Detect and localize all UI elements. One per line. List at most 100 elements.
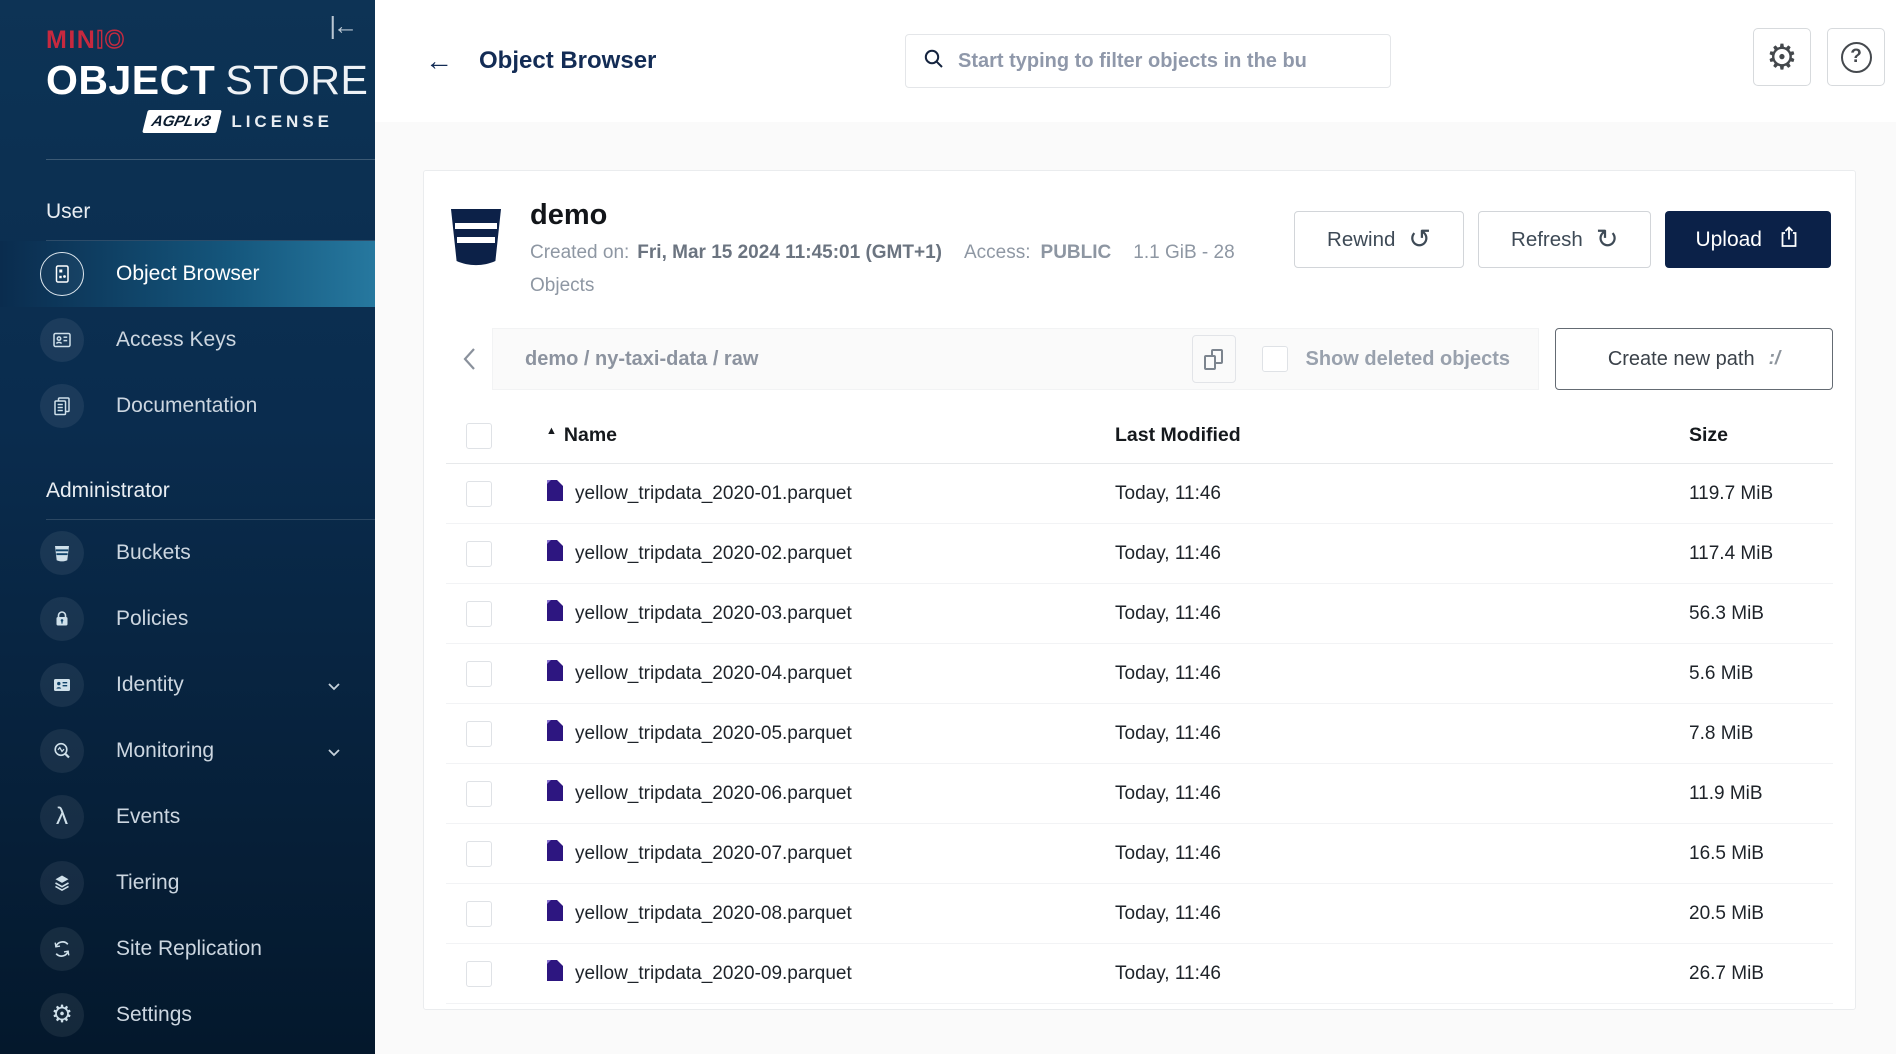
create-new-path-button[interactable]: Create new path :/ (1555, 328, 1833, 390)
buckets-icon (40, 531, 84, 575)
sidebar-item-label: Events (116, 805, 180, 829)
sidebar-item-documentation[interactable]: Documentation (0, 373, 375, 439)
copy-path-button[interactable] (1192, 335, 1236, 383)
row-checkbox[interactable] (466, 541, 492, 567)
row-checkbox[interactable] (466, 721, 492, 747)
object-modified: Today, 11:46 (1115, 603, 1689, 625)
sidebar-item-site-replication[interactable]: Site Replication (0, 916, 375, 982)
bucket-meta: Created on:Fri, Mar 15 2024 11:45:01 (GM… (530, 236, 1278, 302)
sidebar-section-user: User (46, 200, 375, 241)
table-header: ▲Name Last Modified Size (446, 408, 1833, 464)
file-icon (546, 780, 563, 807)
sidebar-item-label: Identity (116, 673, 184, 697)
chevron-down-icon[interactable] (327, 673, 341, 697)
minio-console: |← MINIO OBJECTSTORE AGPLv3 LICENSE User (0, 0, 1896, 1054)
object-name: yellow_tripdata_2020-05.parquet (575, 723, 852, 745)
file-icon (546, 720, 563, 747)
logo-product-light: STORE (225, 57, 368, 103)
file-icon (546, 540, 563, 567)
bucket-name: demo (530, 199, 1294, 232)
object-modified: Today, 11:46 (1115, 543, 1689, 565)
replication-arrows-icon (40, 927, 84, 971)
row-checkbox[interactable] (466, 901, 492, 927)
sidebar-item-label: Tiering (116, 871, 179, 895)
search-icon (922, 47, 946, 76)
collapse-sidebar-icon[interactable]: |← (330, 12, 356, 41)
lambda-icon: λ (40, 795, 84, 839)
file-icon (546, 840, 563, 867)
row-checkbox[interactable] (466, 841, 492, 867)
object-name: yellow_tripdata_2020-08.parquet (575, 903, 852, 925)
back-arrow-icon[interactable]: ← (425, 45, 453, 77)
object-name: yellow_tripdata_2020-01.parquet (575, 483, 852, 505)
table-row[interactable]: yellow_tripdata_2020-01.parquet Today, 1… (446, 464, 1833, 524)
logo-product-bold: OBJECT (46, 57, 215, 103)
documentation-icon (40, 384, 84, 428)
sidebar-item-events[interactable]: λ Events (0, 784, 375, 850)
table-row[interactable]: yellow_tripdata_2020-09.parquet Today, 1… (446, 944, 1833, 1004)
sidebar-item-label: Documentation (116, 394, 257, 418)
sidebar-item-monitoring[interactable]: Monitoring (0, 718, 375, 784)
table-row[interactable]: yellow_tripdata_2020-08.parquet Today, 1… (446, 884, 1833, 944)
upload-button[interactable]: Upload (1665, 211, 1831, 268)
object-name: yellow_tripdata_2020-09.parquet (575, 963, 852, 985)
access-keys-icon (40, 318, 84, 362)
sidebar-item-label: Access Keys (116, 328, 236, 352)
rewind-button[interactable]: Rewind ↺ (1294, 211, 1464, 268)
settings-button[interactable]: ⚙ (1753, 28, 1811, 86)
row-checkbox[interactable] (466, 661, 492, 687)
logo-minio-solid: MIN (46, 26, 96, 54)
column-size[interactable]: Size (1689, 424, 1833, 447)
object-size: 16.5 MiB (1689, 843, 1833, 865)
sidebar-item-label: Object Browser (116, 262, 260, 286)
minio-logo: MINIO OBJECTSTORE AGPLv3 LICENSE (0, 0, 375, 133)
sidebar-item-buckets[interactable]: Buckets (0, 520, 375, 586)
show-deleted-checkbox[interactable] (1262, 346, 1288, 372)
file-icon (546, 660, 563, 687)
table-row[interactable]: yellow_tripdata_2020-04.parquet Today, 1… (446, 644, 1833, 704)
object-name: yellow_tripdata_2020-07.parquet (575, 843, 852, 865)
search-input[interactable] (958, 50, 1376, 73)
sidebar-item-label: Policies (116, 607, 188, 631)
table-row[interactable]: yellow_tripdata_2020-05.parquet Today, 1… (446, 704, 1833, 764)
chevron-down-icon[interactable] (327, 739, 341, 763)
file-icon (546, 960, 563, 987)
help-button[interactable]: ? (1827, 28, 1885, 86)
row-checkbox[interactable] (466, 601, 492, 627)
sidebar-item-policies[interactable]: Policies (0, 586, 375, 652)
table-row[interactable]: yellow_tripdata_2020-02.parquet Today, 1… (446, 524, 1833, 584)
breadcrumb[interactable]: demo / ny-taxi-data / raw (525, 348, 758, 371)
created-label: Created on: (530, 242, 629, 263)
row-checkbox[interactable] (466, 781, 492, 807)
object-size: 7.8 MiB (1689, 723, 1833, 745)
sidebar-item-label: Monitoring (116, 739, 214, 763)
sidebar-section-administrator: Administrator (46, 479, 375, 520)
object-size: 11.9 MiB (1689, 783, 1833, 805)
sidebar-item-settings[interactable]: ⚙ Settings (0, 982, 375, 1048)
object-modified: Today, 11:46 (1115, 843, 1689, 865)
table-row[interactable]: yellow_tripdata_2020-07.parquet Today, 1… (446, 824, 1833, 884)
sidebar-item-object-browser[interactable]: Object Browser (0, 241, 375, 307)
column-last-modified[interactable]: Last Modified (1115, 424, 1689, 447)
help-icon: ? (1841, 42, 1872, 73)
row-checkbox[interactable] (466, 961, 492, 987)
column-name[interactable]: ▲Name (546, 424, 1115, 447)
row-checkbox[interactable] (466, 481, 492, 507)
sidebar-item-tiering[interactable]: Tiering (0, 850, 375, 916)
sort-asc-icon: ▲ (546, 425, 557, 437)
table-row[interactable]: yellow_tripdata_2020-06.parquet Today, 1… (446, 764, 1833, 824)
logo-minio-outline: IO (96, 26, 125, 54)
refresh-button[interactable]: Refresh ↻ (1478, 211, 1651, 268)
sidebar-item-access-keys[interactable]: Access Keys (0, 307, 375, 373)
object-size: 117.4 MiB (1689, 543, 1833, 565)
access-label: Access: (964, 242, 1031, 263)
table-row[interactable]: yellow_tripdata_2020-03.parquet Today, 1… (446, 584, 1833, 644)
objects-table: ▲Name Last Modified Size yellow_tripdata… (446, 408, 1833, 1004)
license-label: LICENSE (231, 112, 333, 132)
topbar: ← Object Browser ⚙ ? (375, 0, 1896, 122)
select-all-checkbox[interactable] (466, 423, 492, 449)
object-name: yellow_tripdata_2020-02.parquet (575, 543, 852, 565)
chevron-left-icon[interactable] (446, 328, 492, 390)
refresh-icon: ↻ (1596, 226, 1619, 253)
sidebar-item-identity[interactable]: Identity (0, 652, 375, 718)
